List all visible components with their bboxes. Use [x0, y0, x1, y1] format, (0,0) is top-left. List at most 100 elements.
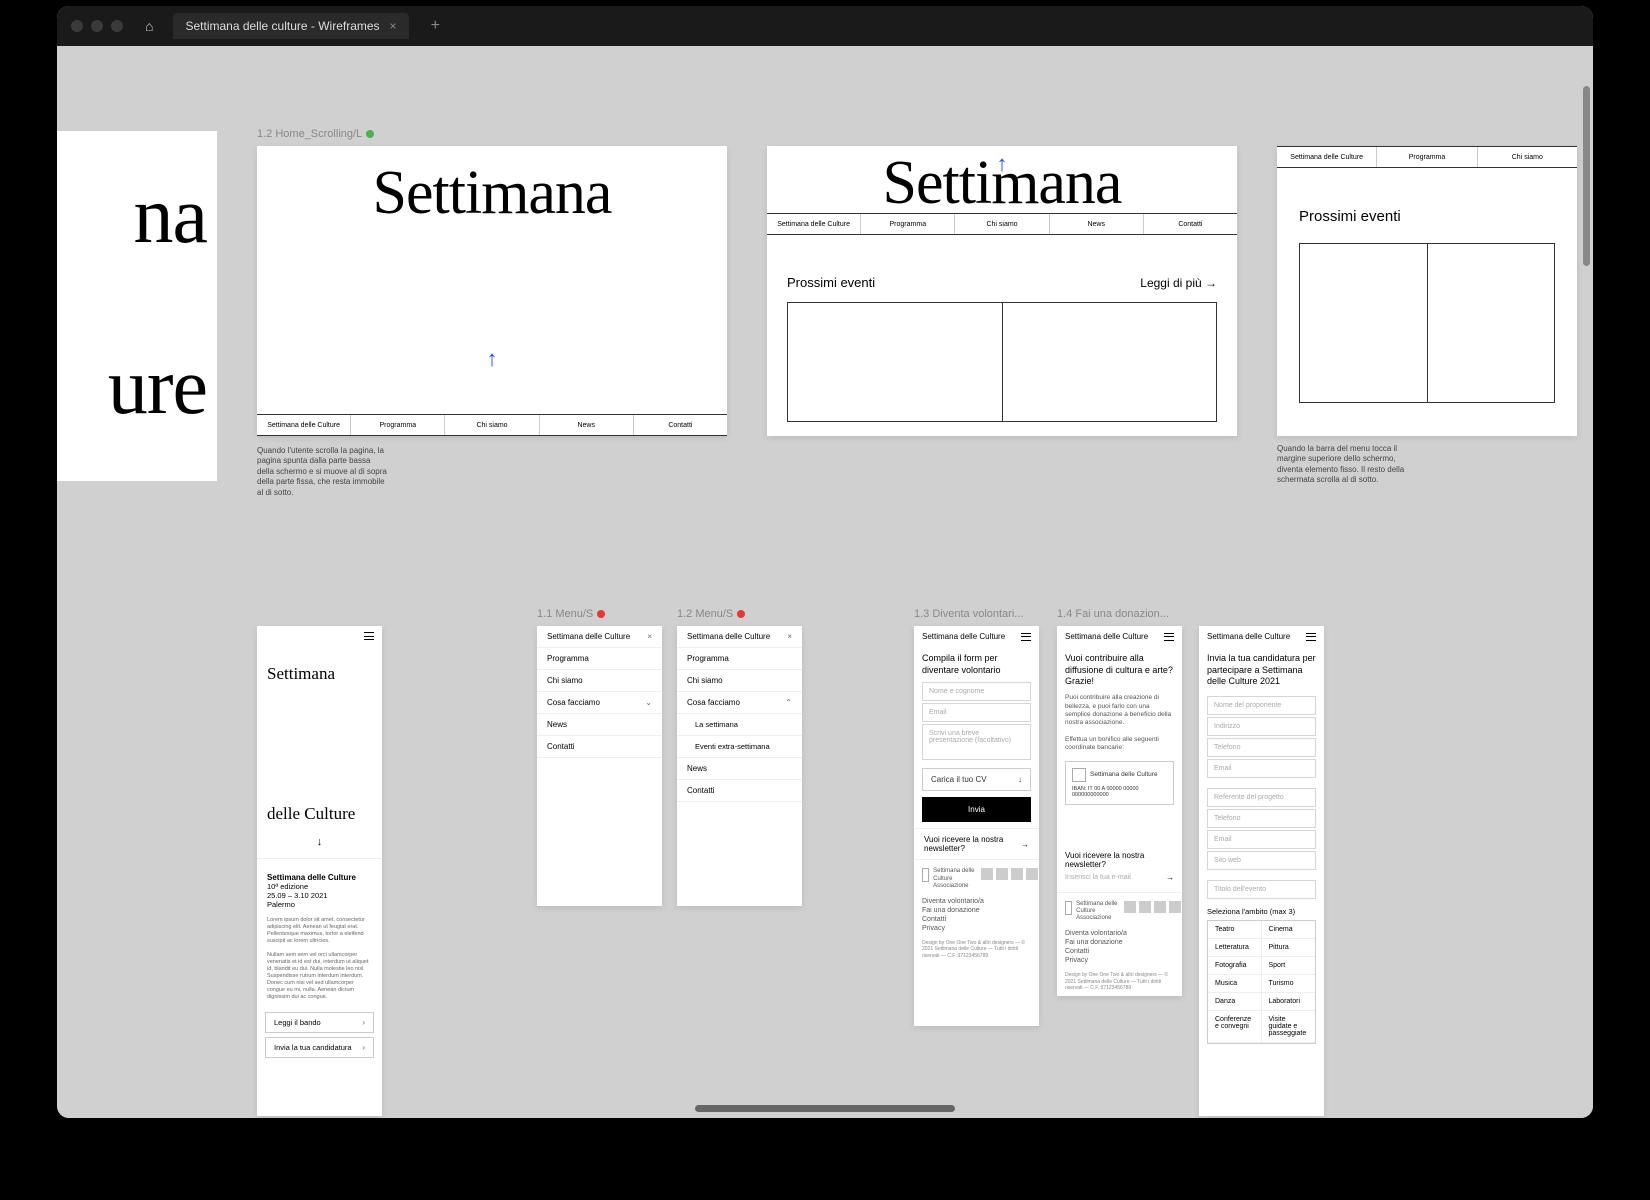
menu-icon[interactable]	[1306, 633, 1316, 641]
event-grid	[787, 302, 1217, 422]
sito-input[interactable]: Sito web	[1207, 851, 1316, 870]
category-option[interactable]: Sport	[1262, 957, 1316, 975]
nav-item[interactable]: Settimana delle Culture	[257, 415, 351, 435]
menu-item[interactable]: Cosa facciamo⌄	[537, 692, 662, 714]
maximize-window-button[interactable]	[111, 20, 123, 32]
menu-item[interactable]: Programma	[677, 648, 802, 670]
nav-item[interactable]: Chi siamo	[955, 214, 1049, 234]
frame-1-3-volontario[interactable]: 1.3 Diventa volontari... Settimana delle…	[914, 626, 1039, 1026]
frame-1-2[interactable]: 1.2 Home_Scrolling/L Settimana ↑ Settima…	[257, 146, 727, 436]
frame-1-4[interactable]: 1.4 Home_Scrolling/L Settimana delle Cul…	[1277, 146, 1577, 436]
email2-input[interactable]: Email	[1207, 830, 1316, 849]
footer-link[interactable]: Diventa volontario/a	[1065, 930, 1174, 937]
footer-link[interactable]: Fai una donazione	[1065, 939, 1174, 946]
tab-active[interactable]: Settimana delle culture - Wireframes ×	[173, 13, 408, 39]
nav-item[interactable]: Chi siamo	[445, 415, 539, 435]
category-option[interactable]: Turismo	[1262, 975, 1316, 993]
frame-1-4-donazione[interactable]: 1.4 Fai una donazion... Settimana delle …	[1057, 626, 1182, 996]
submenu-item[interactable]: La settimana	[677, 714, 802, 736]
name-input[interactable]: Nome e cognome	[922, 682, 1031, 701]
footer-link[interactable]: Fai una donazione	[922, 907, 1031, 914]
menu-item[interactable]: Chi siamo	[537, 670, 662, 692]
read-more-link[interactable]: Leggi di più →	[1140, 276, 1217, 290]
category-option[interactable]: Fotografia	[1208, 957, 1262, 975]
nav-item[interactable]: Contatti	[1144, 214, 1237, 234]
bio-textarea[interactable]: Scrivi una breve presentazione (facoltat…	[922, 724, 1031, 760]
frame-1-2-menu-s[interactable]: 1.2 Menu/S Settimana delle Culture× Prog…	[677, 626, 802, 906]
menu-item[interactable]: Settimana delle Culture×	[537, 626, 662, 648]
frame-1-0-home-s[interactable]: 1.0 Home/S Settimana delle Culture ↓ Set…	[257, 626, 382, 1116]
invia-candidatura-button[interactable]: Invia la tua candidatura›	[265, 1037, 374, 1058]
menu-item[interactable]: News	[677, 758, 802, 780]
nav-item[interactable]: Chi siamo	[1478, 147, 1577, 167]
frame-1-3[interactable]: 1.3 Home_Scrolling/L Settimana ↑ Settima…	[767, 146, 1237, 436]
menu-icon[interactable]	[1164, 633, 1174, 641]
minimize-window-button[interactable]	[91, 20, 103, 32]
titolo-evento-input[interactable]: Titolo dell'evento	[1207, 880, 1316, 899]
email-input[interactable]: Email	[922, 703, 1031, 722]
footer-link[interactable]: Contatti	[1065, 948, 1174, 955]
footer-link[interactable]: Privacy	[922, 925, 1031, 932]
event-card[interactable]	[1003, 302, 1218, 422]
nav-item[interactable]: Programma	[861, 214, 955, 234]
nav-item[interactable]: Settimana delle Culture	[1277, 147, 1377, 167]
menu-icon[interactable]	[364, 632, 374, 640]
event-card[interactable]	[787, 302, 1003, 422]
menu-item[interactable]: Cosa facciamo⌃	[677, 692, 802, 714]
category-option[interactable]: Conferenze e convegni	[1208, 1011, 1262, 1043]
category-option[interactable]: Laboratori	[1262, 993, 1316, 1011]
frame-cropped-left[interactable]: na ure	[57, 131, 217, 481]
newsletter-cta[interactable]: Vuoi ricevere la nostra newsletter?→	[914, 828, 1039, 859]
frame-1-5-candidatura[interactable]: 1.5 Invia candidatura... Settimana delle…	[1199, 626, 1324, 1116]
home-icon[interactable]: ⌂	[145, 18, 153, 34]
nav-item[interactable]: Settimana delle Culture	[767, 214, 861, 234]
social-icons[interactable]	[981, 868, 1038, 880]
nav-item[interactable]: Contatti	[634, 415, 727, 435]
telefono-input[interactable]: Telefono	[1207, 738, 1316, 757]
menu-item[interactable]: Chi siamo	[677, 670, 802, 692]
close-tab-icon[interactable]: ×	[390, 19, 397, 33]
scrollbar-horizontal[interactable]	[695, 1105, 955, 1112]
nav-item[interactable]: Programma	[351, 415, 445, 435]
referente-input[interactable]: Referente del progetto	[1207, 788, 1316, 807]
category-option[interactable]: Visite guidate e passeggiate	[1262, 1011, 1316, 1043]
telefono2-input[interactable]: Telefono	[1207, 809, 1316, 828]
nav-item[interactable]: News	[540, 415, 634, 435]
menu-item[interactable]: News	[537, 714, 662, 736]
footer-link[interactable]: Privacy	[1065, 957, 1174, 964]
indirizzo-input[interactable]: Indirizzo	[1207, 717, 1316, 736]
newsletter-input[interactable]: Inserisci la tua e-mail→	[1057, 871, 1182, 892]
close-window-button[interactable]	[71, 20, 83, 32]
footer: Settimana delle Culture Associazione Div…	[914, 859, 1039, 967]
category-option[interactable]: Letteratura	[1208, 939, 1262, 957]
footer-link[interactable]: Diventa volontario/a	[922, 898, 1031, 905]
page-heading: Invia la tua candidatura per partecipare…	[1199, 647, 1324, 694]
social-icons[interactable]	[1124, 901, 1181, 913]
nav-item[interactable]: Programma	[1377, 147, 1477, 167]
menu-item[interactable]: Contatti	[677, 780, 802, 802]
upload-cv-button[interactable]: Carica il tuo CV↓	[922, 768, 1031, 791]
add-tab-button[interactable]: +	[431, 17, 440, 35]
submenu-item[interactable]: Eventi extra-settimana	[677, 736, 802, 758]
nav-item[interactable]: News	[1050, 214, 1144, 234]
leggi-bando-button[interactable]: Leggi il bando›	[265, 1012, 374, 1033]
proponente-input[interactable]: Nome del proponente	[1207, 696, 1316, 715]
category-option[interactable]: Musica	[1208, 975, 1262, 993]
submit-button[interactable]: Invia	[922, 797, 1031, 822]
mobile-header	[257, 626, 382, 646]
category-option[interactable]: Cinema	[1262, 921, 1316, 939]
event-card[interactable]	[1299, 243, 1428, 403]
category-option[interactable]: Danza	[1208, 993, 1262, 1011]
event-card[interactable]	[1428, 243, 1556, 403]
frame-1-1-menu-s[interactable]: 1.1 Menu/S Settimana delle Culture× Prog…	[537, 626, 662, 906]
canvas[interactable]: na ure 1.2 Home_Scrolling/L Settimana ↑ …	[57, 46, 1593, 1118]
menu-item[interactable]: Settimana delle Culture×	[677, 626, 802, 648]
footer-link[interactable]: Contatti	[922, 916, 1031, 923]
menu-item[interactable]: Programma	[537, 648, 662, 670]
menu-item[interactable]: Contatti	[537, 736, 662, 758]
scrollbar-vertical[interactable]	[1583, 86, 1590, 266]
menu-icon[interactable]	[1021, 633, 1031, 641]
category-option[interactable]: Pittura	[1262, 939, 1316, 957]
email-input[interactable]: Email	[1207, 759, 1316, 778]
category-option[interactable]: Teatro	[1208, 921, 1262, 939]
